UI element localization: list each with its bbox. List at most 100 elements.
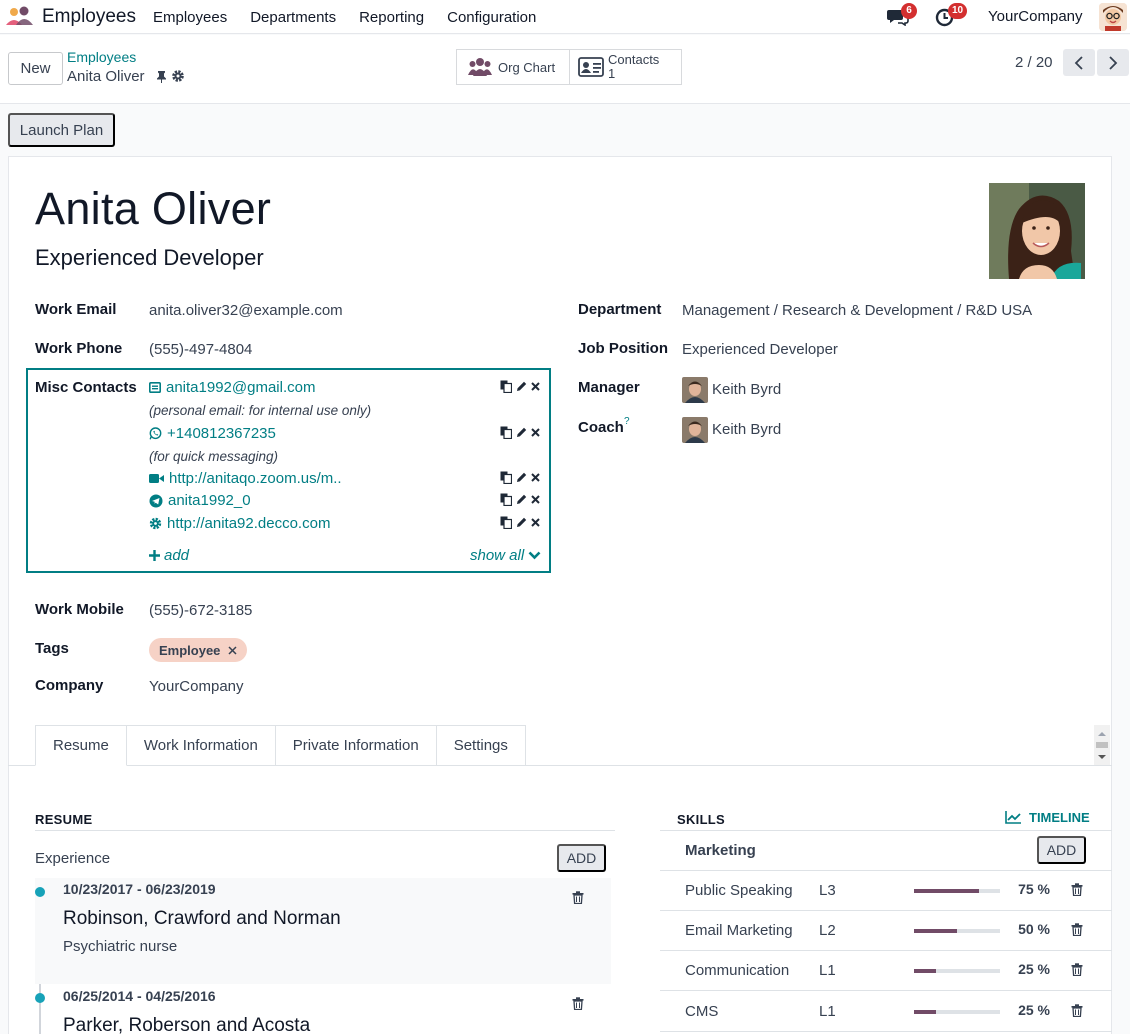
- pin-icon[interactable]: [156, 70, 167, 87]
- misc-contact-email[interactable]: anita1992@gmail.com: [149, 379, 315, 396]
- skill-progress-fill: [914, 1010, 936, 1014]
- pager-previous-button[interactable]: [1063, 49, 1095, 76]
- misc-contact-actions: [500, 426, 540, 439]
- org-chart-button[interactable]: Org Chart: [456, 49, 570, 85]
- skill-row[interactable]: Public Speaking L3 75 %: [660, 871, 1112, 911]
- close-icon[interactable]: [531, 428, 540, 437]
- app-icon[interactable]: [4, 5, 34, 27]
- job-position-field[interactable]: Experienced Developer: [682, 341, 838, 358]
- misc-contact-video[interactable]: http://anitaqo.zoom.us/m..: [149, 470, 342, 487]
- trash-icon[interactable]: [1071, 883, 1083, 900]
- manager-label: Manager: [578, 379, 640, 396]
- resume-description: Psychiatric nurse: [63, 938, 178, 955]
- close-icon[interactable]: [531, 382, 540, 391]
- skill-level: L1: [819, 1003, 836, 1020]
- skill-row[interactable]: CMS L1 25 %: [660, 992, 1112, 1032]
- misc-contact-value[interactable]: http://anita92.decco.com: [167, 515, 330, 532]
- misc-contact-value[interactable]: anita1992_0: [168, 492, 251, 509]
- close-icon[interactable]: [531, 518, 540, 527]
- pencil-icon[interactable]: [516, 517, 527, 528]
- scrollbar[interactable]: [1094, 725, 1110, 765]
- pencil-icon[interactable]: [516, 494, 527, 505]
- misc-contacts-label: Misc Contacts: [35, 379, 137, 396]
- manager-field[interactable]: Keith Byrd: [712, 381, 781, 398]
- menu-configuration[interactable]: Configuration: [447, 9, 536, 26]
- company-field[interactable]: YourCompany: [149, 678, 244, 695]
- close-icon[interactable]: [228, 645, 237, 655]
- misc-add-button[interactable]: add: [149, 547, 189, 564]
- skill-row[interactable]: Email Marketing L2 50 %: [660, 911, 1112, 951]
- manager-avatar[interactable]: [682, 377, 708, 403]
- skill-level: L2: [819, 922, 836, 939]
- skill-level: L1: [819, 962, 836, 979]
- pencil-icon[interactable]: [516, 472, 527, 483]
- coach-label: Coach: [578, 419, 624, 436]
- resume-dates: 06/25/2014 - 04/25/2016: [63, 988, 216, 1004]
- activity-badge: 10: [948, 3, 968, 19]
- new-button[interactable]: New: [8, 52, 63, 85]
- misc-contact-whatsapp[interactable]: +140812367235: [149, 425, 276, 442]
- work-mobile-field[interactable]: (555)-672-3185: [149, 602, 252, 619]
- trash-icon[interactable]: [572, 891, 584, 908]
- menu-employees[interactable]: Employees: [153, 9, 227, 26]
- pager-next-button[interactable]: [1097, 49, 1129, 76]
- department-field[interactable]: Management / Research & Development / R&…: [682, 302, 1032, 319]
- chevron-left-icon: [1074, 55, 1083, 70]
- copy-icon[interactable]: [500, 516, 512, 529]
- resume-add-button[interactable]: ADD: [557, 844, 606, 872]
- copy-icon[interactable]: [500, 380, 512, 393]
- copy-icon[interactable]: [500, 493, 512, 506]
- misc-show-all-button[interactable]: show all: [470, 547, 541, 564]
- misc-add-label: add: [164, 547, 190, 564]
- job-title[interactable]: Experienced Developer: [35, 245, 264, 271]
- trash-icon[interactable]: [572, 997, 584, 1014]
- misc-contact-value[interactable]: http://anitaqo.zoom.us/m..: [169, 470, 342, 487]
- menu-reporting[interactable]: Reporting: [359, 9, 424, 26]
- copy-icon[interactable]: [500, 471, 512, 484]
- pencil-icon[interactable]: [516, 427, 527, 438]
- copy-icon[interactable]: [500, 426, 512, 439]
- trash-icon[interactable]: [1071, 963, 1083, 980]
- misc-contact-value[interactable]: +140812367235: [167, 425, 276, 442]
- control-panel: New Employees Anita Oliver Org Chart Con…: [0, 35, 1130, 104]
- tab-settings[interactable]: Settings: [436, 725, 526, 766]
- contacts-button[interactable]: Contacts 1: [569, 49, 682, 85]
- telegram-icon: [149, 494, 163, 507]
- breadcrumb-parent[interactable]: Employees: [67, 49, 136, 65]
- menu-departments[interactable]: Departments: [250, 9, 336, 26]
- trash-icon[interactable]: [1071, 923, 1083, 940]
- employee-name[interactable]: Anita Oliver: [35, 183, 271, 235]
- misc-contact-value[interactable]: anita1992@gmail.com: [166, 379, 315, 396]
- skill-name: Email Marketing: [685, 922, 793, 939]
- skill-progress-fill: [914, 969, 936, 973]
- pencil-icon[interactable]: [516, 381, 527, 392]
- user-avatar[interactable]: [1099, 3, 1127, 31]
- company-switcher[interactable]: YourCompany: [988, 8, 1083, 25]
- work-phone-field[interactable]: (555)-497-4804: [149, 341, 252, 358]
- close-icon[interactable]: [531, 495, 540, 504]
- tab-private-information[interactable]: Private Information: [275, 725, 437, 766]
- coach-help-tooltip[interactable]: ?: [624, 416, 630, 427]
- timeline-button[interactable]: TIMELINE: [1005, 810, 1090, 825]
- misc-contact-website[interactable]: http://anita92.decco.com: [149, 515, 330, 532]
- gear-icon[interactable]: [171, 69, 185, 87]
- chevron-right-icon: [1109, 55, 1118, 70]
- contacts-label: Contacts: [608, 52, 660, 67]
- app-name[interactable]: Employees: [42, 6, 136, 28]
- skill-row[interactable]: Communication L1 25 %: [660, 951, 1112, 991]
- coach-avatar[interactable]: [682, 417, 708, 443]
- tab-work-information[interactable]: Work Information: [126, 725, 276, 766]
- pager-value[interactable]: 2 / 20: [1015, 54, 1053, 71]
- employee-photo[interactable]: [989, 183, 1085, 279]
- tag-badge[interactable]: Employee: [149, 638, 248, 662]
- skills-add-button[interactable]: ADD: [1037, 836, 1086, 864]
- misc-contact-telegram[interactable]: anita1992_0: [149, 492, 251, 509]
- tab-resume[interactable]: Resume: [35, 725, 127, 766]
- trash-icon[interactable]: [1071, 1004, 1083, 1021]
- misc-contact-actions: [500, 493, 540, 506]
- launch-plan-button[interactable]: Launch Plan: [8, 113, 115, 147]
- coach-field[interactable]: Keith Byrd: [712, 421, 781, 438]
- work-email-field[interactable]: anita.oliver32@example.com: [149, 302, 343, 319]
- contacts-count: 1: [608, 66, 616, 81]
- close-icon[interactable]: [531, 473, 540, 482]
